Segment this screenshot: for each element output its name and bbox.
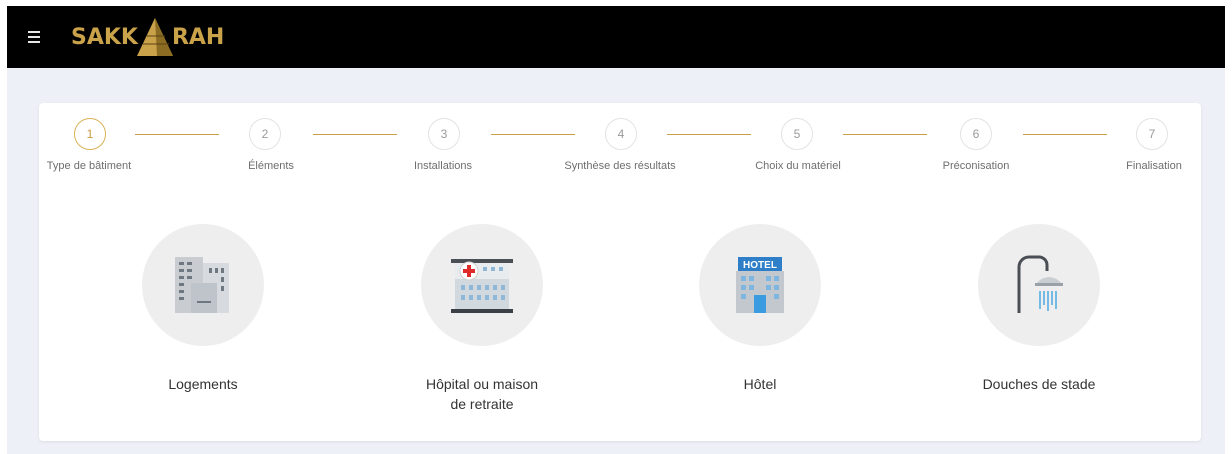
step-4-label[interactable]: Synthèse des résultats — [564, 160, 675, 172]
pyramid-icon — [136, 18, 173, 56]
step-6-label[interactable]: Préconisation — [943, 160, 1010, 172]
option-disc — [978, 224, 1100, 346]
step-3-circle[interactable]: 3 — [428, 118, 460, 150]
option-hopital[interactable]: Hôpital ou maison de retraite — [357, 224, 607, 414]
hamburger-icon-bar — [28, 41, 40, 43]
option-disc — [142, 224, 264, 346]
option-label: Hôpital ou maison de retraite — [425, 376, 539, 412]
option-hotel[interactable]: HOTEL Hôtel — [635, 224, 885, 394]
option-label: Hôtel — [743, 376, 777, 392]
step-5-circle[interactable]: 5 — [781, 118, 813, 150]
step-7-label[interactable]: Finalisation — [1126, 160, 1182, 172]
step-3-label[interactable]: Installations — [414, 160, 472, 172]
step-connector — [667, 134, 751, 135]
hamburger-icon-bar — [28, 36, 40, 38]
app-bar: SAKK RAH — [7, 6, 1225, 68]
step-connector — [843, 134, 927, 135]
option-label: Logements — [168, 376, 238, 392]
option-logements[interactable]: Logements — [78, 224, 328, 394]
step-7-circle[interactable]: 7 — [1136, 118, 1168, 150]
step-connector — [135, 134, 219, 135]
hotel-icon: HOTEL — [736, 257, 784, 313]
step-5-label[interactable]: Choix du matériel — [755, 160, 841, 172]
step-connector — [491, 134, 575, 135]
step-6-circle[interactable]: 6 — [960, 118, 992, 150]
wizard-card: 1 2 3 4 5 6 7 Type de bâtiment Éléments … — [39, 103, 1201, 441]
option-douches[interactable]: Douches de stade — [914, 224, 1164, 394]
shower-icon — [1017, 255, 1063, 313]
hotel-sign-text: HOTEL — [743, 260, 777, 271]
hamburger-icon — [28, 31, 40, 33]
option-label: Douches de stade — [982, 376, 1096, 392]
logo-text-right: RAH — [171, 24, 225, 50]
step-connector — [1023, 134, 1107, 135]
hospital-icon — [451, 259, 513, 313]
step-2-label[interactable]: Éléments — [248, 160, 294, 172]
step-1-circle[interactable]: 1 — [74, 118, 106, 150]
option-disc: HOTEL — [699, 224, 821, 346]
apartment-building-icon — [175, 257, 229, 313]
option-disc — [421, 224, 543, 346]
step-connector — [313, 134, 397, 135]
sakkarah-logo[interactable]: SAKK RAH — [71, 16, 224, 58]
step-1-label[interactable]: Type de bâtiment — [47, 160, 131, 172]
logo-text-left: SAKK — [71, 24, 138, 50]
menu-button[interactable] — [25, 26, 47, 48]
step-4-circle[interactable]: 4 — [605, 118, 637, 150]
step-2-circle[interactable]: 2 — [249, 118, 281, 150]
